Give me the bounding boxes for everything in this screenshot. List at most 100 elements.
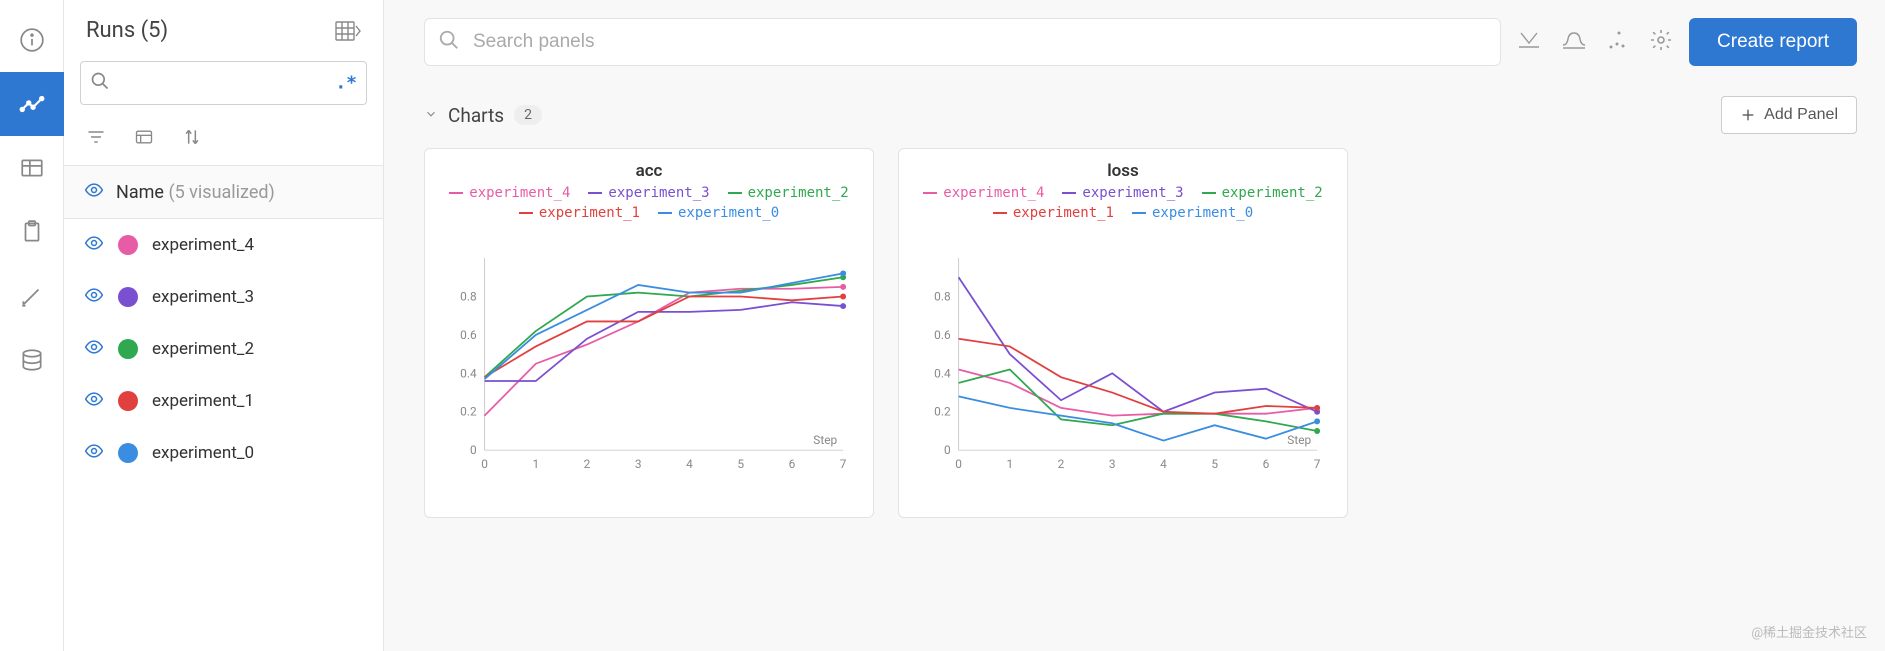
run-color-dot bbox=[118, 339, 138, 359]
sidebar-tools bbox=[64, 113, 383, 166]
run-row[interactable]: experiment_1 bbox=[64, 375, 383, 427]
outliers-icon[interactable] bbox=[1607, 29, 1629, 55]
legend-item: experiment_4 bbox=[449, 185, 570, 201]
legend-item: experiment_1 bbox=[993, 205, 1114, 221]
svg-text:0.4: 0.4 bbox=[934, 366, 951, 380]
chart-legend: experiment_4 experiment_3 experiment_2expe… bbox=[915, 185, 1331, 221]
run-row[interactable]: experiment_4 bbox=[64, 219, 383, 271]
svg-text:5: 5 bbox=[1211, 457, 1218, 471]
run-color-dot bbox=[118, 287, 138, 307]
smoothing-icon[interactable] bbox=[1561, 29, 1587, 55]
panel-search bbox=[424, 18, 1501, 66]
runs-search-input[interactable] bbox=[80, 61, 367, 105]
chevron-down-icon[interactable] bbox=[424, 106, 438, 125]
rail-info[interactable] bbox=[0, 8, 64, 72]
svg-text:0.6: 0.6 bbox=[934, 328, 951, 342]
svg-text:7: 7 bbox=[840, 457, 847, 471]
name-sub: (5 visualized) bbox=[168, 182, 274, 203]
run-color-dot bbox=[118, 391, 138, 411]
svg-text:6: 6 bbox=[1263, 457, 1270, 471]
run-name: experiment_1 bbox=[152, 391, 254, 411]
filter-icon[interactable] bbox=[86, 127, 106, 151]
svg-text:0.2: 0.2 bbox=[934, 405, 951, 419]
section-count-badge: 2 bbox=[514, 105, 542, 125]
legend-item: experiment_3 bbox=[1062, 185, 1183, 201]
run-name: experiment_0 bbox=[152, 443, 254, 463]
settings-icon[interactable] bbox=[1649, 28, 1673, 56]
svg-text:7: 7 bbox=[1314, 457, 1321, 471]
watermark: @稀土掘金技术社区 bbox=[1751, 622, 1867, 641]
legend-item: experiment_1 bbox=[519, 205, 640, 221]
group-icon[interactable] bbox=[134, 127, 154, 151]
eye-icon[interactable] bbox=[84, 337, 104, 361]
run-name: experiment_4 bbox=[152, 235, 254, 255]
chart-panel[interactable]: acc experiment_4experiment_3experiment_2e… bbox=[424, 148, 874, 518]
svg-text:1: 1 bbox=[1006, 457, 1013, 471]
svg-text:0.8: 0.8 bbox=[934, 289, 951, 303]
svg-text:5: 5 bbox=[737, 457, 744, 471]
chart-title: loss bbox=[915, 161, 1331, 181]
sort-icon[interactable] bbox=[182, 127, 202, 151]
eye-icon[interactable] bbox=[84, 389, 104, 413]
rail-table[interactable] bbox=[0, 136, 64, 200]
run-name: experiment_3 bbox=[152, 287, 254, 307]
svg-text:4: 4 bbox=[1160, 457, 1167, 471]
svg-text:0.2: 0.2 bbox=[460, 405, 477, 419]
regex-toggle[interactable]: .* bbox=[335, 73, 357, 94]
run-color-dot bbox=[118, 443, 138, 463]
rail-charts[interactable] bbox=[0, 72, 64, 136]
search-icon bbox=[438, 29, 460, 55]
expand-table-icon[interactable] bbox=[335, 21, 361, 41]
workspace-main: Create report Charts 2 Add Panel acc expe… bbox=[384, 0, 1885, 651]
run-row[interactable]: experiment_3 bbox=[64, 271, 383, 323]
svg-text:0: 0 bbox=[955, 457, 962, 471]
svg-text:3: 3 bbox=[1109, 457, 1116, 471]
legend-item: experiment_4 bbox=[923, 185, 1044, 201]
run-color-dot bbox=[118, 235, 138, 255]
svg-text:2: 2 bbox=[584, 457, 591, 471]
legend-item: experiment_2 bbox=[728, 185, 849, 201]
rail-sweep[interactable] bbox=[0, 264, 64, 328]
legend-item: experiment_0 bbox=[1132, 205, 1253, 221]
add-panel-button[interactable]: Add Panel bbox=[1721, 96, 1857, 134]
chart-title: acc bbox=[441, 161, 857, 181]
run-row[interactable]: experiment_0 bbox=[64, 427, 383, 479]
svg-text:3: 3 bbox=[635, 457, 642, 471]
rail-clipboard[interactable] bbox=[0, 200, 64, 264]
chart-panel[interactable]: loss experiment_4 experiment_3 experiment_2… bbox=[898, 148, 1348, 518]
eye-icon[interactable] bbox=[84, 441, 104, 465]
svg-text:0: 0 bbox=[470, 443, 477, 457]
name-header: Name bbox=[116, 182, 164, 203]
panel-search-input[interactable] bbox=[424, 18, 1501, 66]
runs-search: .* bbox=[80, 61, 367, 105]
runs-column-header[interactable]: Name (5 visualized) bbox=[64, 166, 383, 219]
legend-item: experiment_0 bbox=[658, 205, 779, 221]
eye-icon[interactable] bbox=[84, 233, 104, 257]
chart-legend: experiment_4experiment_3experiment_2expe… bbox=[441, 185, 857, 221]
svg-text:0.6: 0.6 bbox=[460, 328, 477, 342]
svg-text:2: 2 bbox=[1058, 457, 1065, 471]
add-panel-label: Add Panel bbox=[1764, 106, 1838, 124]
eye-icon bbox=[84, 180, 104, 204]
svg-text:Step: Step bbox=[813, 433, 837, 447]
svg-text:0.8: 0.8 bbox=[460, 289, 477, 303]
rail-artifacts[interactable] bbox=[0, 328, 64, 392]
legend-item: experiment_2 bbox=[1202, 185, 1323, 201]
chart-plot-area[interactable]: 00.20.40.60.801234567Step bbox=[915, 227, 1331, 505]
runs-sidebar: Runs (5) .* Name (5 visualized) experime… bbox=[64, 0, 384, 651]
run-name: experiment_2 bbox=[152, 339, 254, 359]
nav-rail bbox=[0, 0, 64, 651]
svg-text:0: 0 bbox=[481, 457, 488, 471]
section-title: Charts bbox=[448, 104, 504, 127]
svg-text:0.4: 0.4 bbox=[460, 366, 477, 380]
plus-icon bbox=[1740, 107, 1756, 123]
svg-text:Step: Step bbox=[1287, 433, 1311, 447]
svg-text:6: 6 bbox=[789, 457, 796, 471]
chart-plot-area[interactable]: 00.20.40.60.801234567Step bbox=[441, 227, 857, 505]
search-icon bbox=[90, 71, 110, 95]
xaxis-icon[interactable] bbox=[1517, 29, 1541, 55]
svg-text:1: 1 bbox=[532, 457, 539, 471]
run-row[interactable]: experiment_2 bbox=[64, 323, 383, 375]
eye-icon[interactable] bbox=[84, 285, 104, 309]
create-report-button[interactable]: Create report bbox=[1689, 18, 1857, 66]
